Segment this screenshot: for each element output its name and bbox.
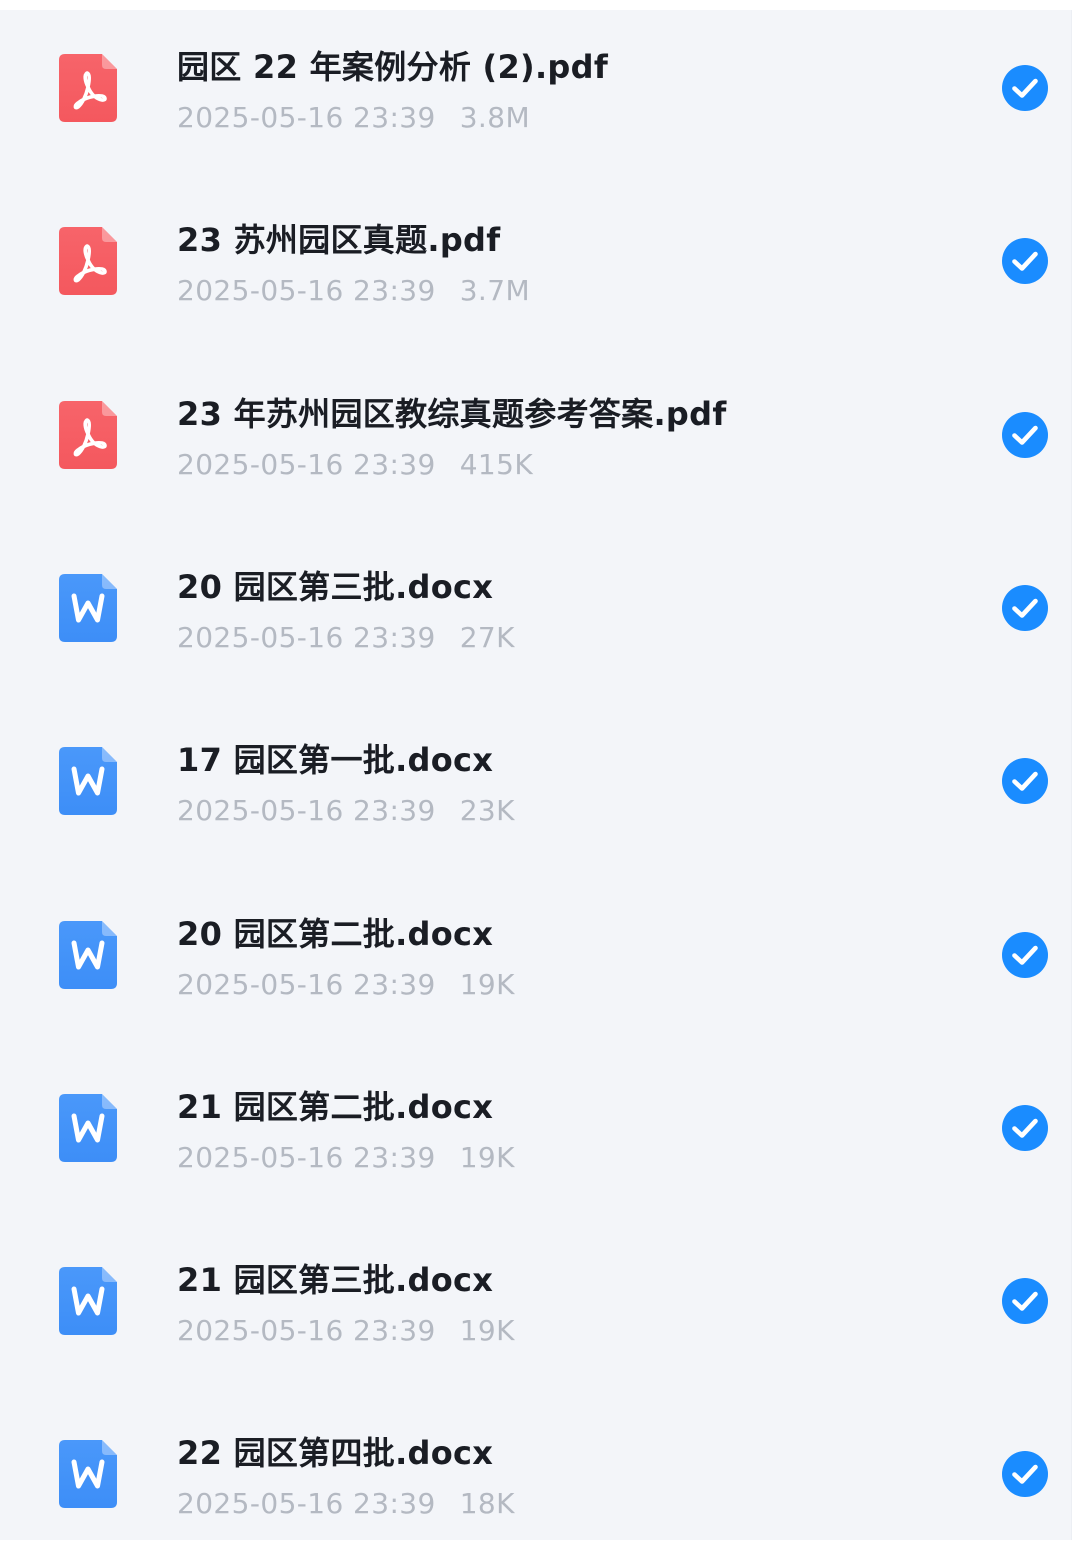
file-name: 20 园区第二批.docx: [177, 915, 494, 953]
file-row[interactable]: 17 园区第一批.docx 2025-05-16 23:39 23K: [0, 694, 1072, 867]
page: 园区 22 年案例分析 (2).pdf 2025-05-16 23:39 3.8M …: [0, 0, 1080, 1543]
file-meta: 2025-05-16 23:39 23K: [177, 794, 515, 828]
file-size: 3.7M: [459, 274, 531, 307]
file-size: 27K: [459, 621, 515, 654]
file-date: 2025-05-16 23:39: [177, 794, 436, 827]
file-row[interactable]: 21 园区第三批.docx 2025-05-16 23:39 19K: [0, 1214, 1072, 1387]
file-list: 园区 22 年案例分析 (2).pdf 2025-05-16 23:39 3.8M …: [0, 10, 1072, 1540]
file-name: 23 苏州园区真题.pdf: [177, 221, 501, 259]
file-name: 21 园区第二批.docx: [177, 1088, 494, 1126]
file-date: 2025-05-16 23:39: [177, 621, 436, 654]
selected-check-icon[interactable]: [1002, 758, 1048, 804]
file-row[interactable]: 21 园区第二批.docx 2025-05-16 23:39 19K: [0, 1041, 1072, 1214]
pdf-file-icon: [59, 227, 117, 295]
file-name: 23 年苏州园区教综真题参考答案.pdf: [177, 395, 727, 433]
pdf-file-icon: [59, 401, 117, 469]
file-date: 2025-05-16 23:39: [177, 1314, 436, 1347]
file-row[interactable]: 22 园区第四批.docx 2025-05-16 23:39 18K: [0, 1387, 1072, 1560]
file-meta: 2025-05-16 23:39 18K: [177, 1487, 515, 1521]
selected-check-icon[interactable]: [1002, 412, 1048, 458]
file-meta: 2025-05-16 23:39 415K: [177, 448, 533, 482]
word-file-icon: [59, 1267, 117, 1335]
word-file-icon: [59, 1094, 117, 1162]
file-date: 2025-05-16 23:39: [177, 1141, 436, 1174]
file-size: 3.8M: [459, 101, 531, 134]
file-name: 22 园区第四批.docx: [177, 1434, 494, 1472]
selected-check-icon[interactable]: [1002, 1105, 1048, 1151]
selected-check-icon[interactable]: [1002, 1451, 1048, 1497]
word-file-icon: [59, 921, 117, 989]
file-meta: 2025-05-16 23:39 19K: [177, 968, 515, 1002]
file-size: 19K: [459, 968, 515, 1001]
file-name: 园区 22 年案例分析 (2).pdf: [177, 48, 609, 86]
file-date: 2025-05-16 23:39: [177, 274, 436, 307]
file-name: 20 园区第三批.docx: [177, 568, 494, 606]
file-size: 18K: [459, 1487, 515, 1520]
pdf-file-icon: [59, 54, 117, 122]
file-size: 19K: [459, 1314, 515, 1347]
file-meta: 2025-05-16 23:39 19K: [177, 1141, 515, 1175]
selected-check-icon[interactable]: [1002, 585, 1048, 631]
file-meta: 2025-05-16 23:39 3.8M: [177, 101, 530, 135]
file-date: 2025-05-16 23:39: [177, 448, 436, 481]
file-meta: 2025-05-16 23:39 3.7M: [177, 274, 530, 308]
word-file-icon: [59, 574, 117, 642]
file-name: 21 园区第三批.docx: [177, 1261, 494, 1299]
file-meta: 2025-05-16 23:39 27K: [177, 621, 515, 655]
file-date: 2025-05-16 23:39: [177, 101, 436, 134]
file-size: 415K: [459, 448, 534, 481]
file-row[interactable]: 20 园区第三批.docx 2025-05-16 23:39 27K: [0, 521, 1072, 694]
word-file-icon: [59, 1440, 117, 1508]
file-row[interactable]: 23 苏州园区真题.pdf 2025-05-16 23:39 3.7M: [0, 174, 1072, 347]
file-size: 23K: [459, 794, 515, 827]
selected-check-icon[interactable]: [1002, 1278, 1048, 1324]
file-meta: 2025-05-16 23:39 19K: [177, 1314, 515, 1348]
file-row[interactable]: 20 园区第二批.docx 2025-05-16 23:39 19K: [0, 868, 1072, 1041]
word-file-icon: [59, 747, 117, 815]
file-row[interactable]: 23 年苏州园区教综真题参考答案.pdf 2025-05-16 23:39 415K: [0, 348, 1072, 521]
selected-check-icon[interactable]: [1002, 238, 1048, 284]
file-row[interactable]: 园区 22 年案例分析 (2).pdf 2025-05-16 23:39 3.8M: [0, 1, 1072, 174]
selected-check-icon[interactable]: [1002, 65, 1048, 111]
file-date: 2025-05-16 23:39: [177, 1487, 436, 1520]
file-date: 2025-05-16 23:39: [177, 968, 436, 1001]
file-size: 19K: [459, 1141, 515, 1174]
file-name: 17 园区第一批.docx: [177, 741, 494, 779]
selected-check-icon[interactable]: [1002, 932, 1048, 978]
